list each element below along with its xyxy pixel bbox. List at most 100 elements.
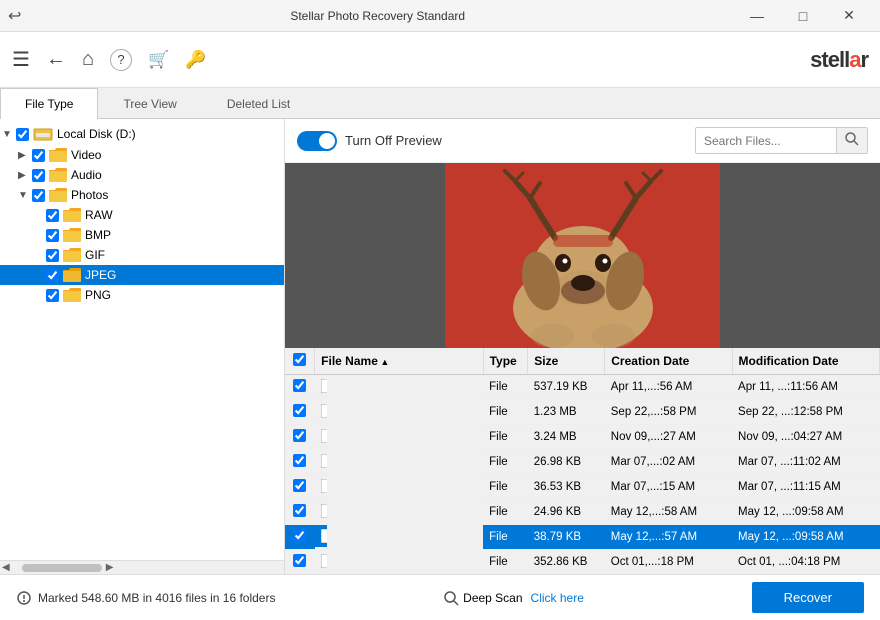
select-all-checkbox[interactable] <box>293 353 306 366</box>
search-input[interactable] <box>696 130 836 152</box>
deep-scan-link[interactable]: Click here <box>531 591 584 605</box>
file-type-7: File <box>483 550 528 575</box>
search-box <box>695 127 868 154</box>
tree-label-audio: Audio <box>71 168 102 182</box>
folder-icon-gif <box>63 248 81 262</box>
tree-item-gif[interactable]: GIF <box>0 245 284 265</box>
table-row[interactable]: pexels-thi...721073.jpg File 3.24 MB Nov… <box>285 425 880 450</box>
table-row[interactable]: pexels-ne...33999.jpg File 537.19 KB Apr… <box>285 375 880 400</box>
tree-item-bmp[interactable]: BMP <box>0 225 284 245</box>
expand-icon[interactable]: ▼ <box>2 129 16 140</box>
tree-checkbox-raw[interactable] <box>46 209 59 222</box>
file-table-body: pexels-ne...33999.jpg File 537.19 KB Apr… <box>285 375 880 575</box>
tab-tree-view[interactable]: Tree View <box>98 88 201 119</box>
key-icon[interactable]: 🔑 <box>185 50 206 70</box>
tree-item-raw[interactable]: RAW <box>0 205 284 225</box>
cart-icon[interactable]: 🛒 <box>148 50 169 70</box>
tree-checkbox-local-disk[interactable] <box>16 128 29 141</box>
table-row[interactable]: pexels-ol...46111.jpg File 1.23 MB Sep 2… <box>285 400 880 425</box>
menu-icon[interactable]: ☰ <box>12 47 30 72</box>
expand-icon-video[interactable]: ▶ <box>18 150 32 161</box>
file-type-4: File <box>483 475 528 500</box>
file-table-wrapper[interactable]: File Name Type Size Creation Date Modifi… <box>285 348 880 574</box>
tree-item-photos[interactable]: ▼ Photos <box>0 185 284 205</box>
maximize-button[interactable]: □ <box>780 0 826 32</box>
row-checkbox-5[interactable] <box>293 504 306 517</box>
file-size-2: 3.24 MB <box>528 425 605 450</box>
tree-checkbox-bmp[interactable] <box>46 229 59 242</box>
tree-checkbox-jpeg[interactable] <box>46 269 59 282</box>
tree-item-local-disk[interactable]: ▼ Local Disk (D:) <box>0 123 284 145</box>
minimize-button[interactable]: — <box>734 0 780 32</box>
file-modification-2: Nov 09, ...:04:27 AM <box>732 425 879 450</box>
col-header-modification[interactable]: Modification Date <box>732 348 879 375</box>
back-icon[interactable]: ← <box>46 48 66 71</box>
tree-label-bmp: BMP <box>85 228 111 242</box>
toggle-switch[interactable]: Turn Off Preview <box>297 131 442 151</box>
expand-icon-audio[interactable]: ▶ <box>18 170 32 181</box>
toggle-label: Turn Off Preview <box>345 133 442 148</box>
close-button[interactable]: ✕ <box>826 0 872 32</box>
tab-deleted-list[interactable]: Deleted List <box>202 88 315 119</box>
search-icon <box>845 132 859 146</box>
tree-checkbox-audio[interactable] <box>32 169 45 182</box>
tree-item-png[interactable]: PNG <box>0 285 284 305</box>
col-header-check[interactable] <box>285 348 315 375</box>
row-checkbox-6[interactable] <box>293 529 306 542</box>
table-row[interactable]: photo-160...67aa4.jpg File 38.79 KB May … <box>285 525 880 550</box>
toolbar: ☰ ← ⌂ ? 🛒 🔑 stellar <box>0 32 880 88</box>
search-button[interactable] <box>836 128 867 153</box>
file-type-3: File <box>483 450 528 475</box>
deep-scan-area: Deep Scan Click here <box>443 590 584 606</box>
col-header-filename[interactable]: File Name <box>315 348 483 375</box>
folder-icon-video <box>49 148 67 162</box>
file-modification-0: Apr 11, ...:11:56 AM <box>732 375 879 400</box>
tab-file-type[interactable]: File Type <box>0 88 98 119</box>
file-creation-0: Apr 11,...:56 AM <box>605 375 732 400</box>
row-checkbox-2[interactable] <box>293 429 306 442</box>
file-type-1: File <box>483 400 528 425</box>
file-icon-1 <box>321 404 327 418</box>
app-title: Stellar Photo Recovery Standard <box>21 9 734 23</box>
row-checkbox-3[interactable] <box>293 454 306 467</box>
scroll-right-arrow[interactable]: ▶ <box>106 562 114 573</box>
file-icon-2 <box>321 429 327 443</box>
scroll-thumb[interactable] <box>22 564 102 572</box>
col-header-creation[interactable]: Creation Date <box>605 348 732 375</box>
tree-label-jpeg: JPEG <box>85 268 116 282</box>
scroll-left-arrow[interactable]: ◀ <box>2 562 10 573</box>
row-checkbox-4[interactable] <box>293 479 306 492</box>
tree-item-audio[interactable]: ▶ Audio <box>0 165 284 185</box>
row-checkbox-7[interactable] <box>293 554 306 567</box>
sidebar-scrollbar-x[interactable]: ◀ ▶ <box>0 560 284 574</box>
folder-icon-raw <box>63 208 81 222</box>
title-back-icon: ↩ <box>8 6 21 26</box>
toggle-track[interactable] <box>297 131 337 151</box>
status-info: Marked 548.60 MB in 4016 files in 16 fol… <box>16 590 275 606</box>
home-icon[interactable]: ⌂ <box>82 48 94 71</box>
help-icon[interactable]: ? <box>110 49 132 71</box>
tree-label-local-disk: Local Disk (D:) <box>57 127 136 141</box>
row-checkbox-0[interactable] <box>293 379 306 392</box>
row-checkbox-1[interactable] <box>293 404 306 417</box>
tree-checkbox-video[interactable] <box>32 149 45 162</box>
scan-icon <box>16 590 32 606</box>
file-icon-0 <box>321 379 327 393</box>
table-row[interactable]: quino-al-4...splash.jpg File 352.86 KB O… <box>285 550 880 575</box>
folder-icon-audio <box>49 168 67 182</box>
table-row[interactable]: photo-152...29df6.jpg File 36.53 KB Mar … <box>285 475 880 500</box>
col-header-size[interactable]: Size <box>528 348 605 375</box>
recover-button[interactable]: Recover <box>752 582 864 613</box>
tree-item-jpeg[interactable]: JPEG <box>0 265 284 285</box>
table-row[interactable]: photo-150...ec7d2.jpg File 26.98 KB Mar … <box>285 450 880 475</box>
table-header-row: File Name Type Size Creation Date Modifi… <box>285 348 880 375</box>
tree-checkbox-png[interactable] <box>46 289 59 302</box>
col-header-type[interactable]: Type <box>483 348 528 375</box>
file-size-6: 38.79 KB <box>528 525 605 550</box>
tree-checkbox-photos[interactable] <box>32 189 45 202</box>
tree-checkbox-gif[interactable] <box>46 249 59 262</box>
expand-icon-photos[interactable]: ▼ <box>18 190 32 201</box>
file-type-0: File <box>483 375 528 400</box>
table-row[interactable]: photo-158...f3edb.jpg File 24.96 KB May … <box>285 500 880 525</box>
tree-item-video[interactable]: ▶ Video <box>0 145 284 165</box>
